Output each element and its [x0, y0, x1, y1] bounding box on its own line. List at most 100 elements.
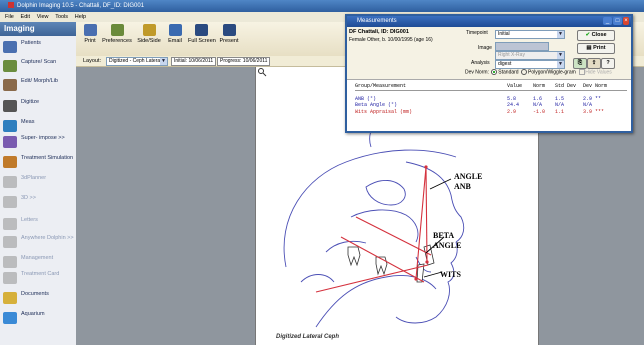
col-dev-norm: Dev Norm: [583, 83, 608, 89]
app-title-bar: Dolphin Imaging 10.5 - Chattali, DF_ID: …: [0, 0, 644, 12]
sidebar-item-label: Aquarium: [21, 311, 45, 317]
tab-initial[interactable]: Initial: 10/06/2011: [171, 57, 217, 66]
close-button[interactable]: ✔ Close: [577, 30, 615, 41]
email-button[interactable]: Email: [166, 24, 184, 52]
anb-annotation-line1: ANGLE: [454, 172, 483, 181]
col-norm: Norm: [533, 83, 546, 89]
point-nasion: [424, 165, 428, 169]
timepoint-value: Initial: [498, 31, 510, 37]
mandible-outline: [315, 275, 437, 328]
zoom-icon: [258, 68, 267, 77]
sidebar-item-documents[interactable]: Documents: [3, 290, 75, 308]
planner-3d-icon: [3, 176, 17, 188]
full-screen-icon: [194, 24, 208, 36]
maximize-icon[interactable]: □: [613, 17, 622, 25]
patient-id: DF Chattali, ID: DIG001: [349, 29, 409, 35]
close-button-label: Close: [591, 32, 607, 38]
patient-info: Female Other, b. 10/00/1995 (age 16): [349, 37, 433, 43]
timepoint-select[interactable]: Initial ▼: [495, 30, 565, 39]
layout-select[interactable]: Digitized - Ceph Lateral ▼: [106, 57, 168, 66]
minimize-icon[interactable]: _: [603, 17, 612, 25]
sidebar-item-label: Documents: [21, 291, 49, 297]
sidebar-item-digitize[interactable]: Digitize: [3, 98, 75, 116]
sidebar-item-capture-scan[interactable]: Capture/ Scan: [3, 58, 75, 76]
print-button[interactable]: Print: [80, 24, 100, 52]
table-header: Group/Measurement Value Norm Std Dev Dev…: [355, 83, 627, 91]
present-button[interactable]: Present: [218, 24, 240, 52]
side-by-side-button[interactable]: Side/Side: [136, 24, 162, 52]
sidebar-item-aquarium[interactable]: Aquarium: [3, 310, 75, 328]
full-screen-button[interactable]: Full Screen: [188, 24, 216, 52]
sidebar-item-patients[interactable]: Patients: [3, 39, 75, 57]
analysis-select[interactable]: digest ▼: [495, 60, 565, 69]
documents-icon: [3, 292, 17, 304]
table-row[interactable]: Wits Appraisal (mm) 2.9 -1.0 1.1 3.9 ***: [355, 109, 627, 116]
anb-annotation: ANGLE ANB: [454, 172, 482, 192]
sidebar-item-label: 3dPlanner: [21, 175, 47, 181]
sidebar-item-letters[interactable]: Letters: [3, 216, 75, 234]
maxilla-outline: [350, 209, 419, 243]
palate-outline: [325, 240, 367, 253]
cell-value: 2.9: [507, 108, 517, 115]
present-button-label: Present: [219, 38, 239, 44]
beta-annotation: BETA ANGLE: [433, 231, 461, 251]
sidebar-item-planner-3d[interactable]: 3dPlanner: [3, 174, 75, 192]
sidebar-item-edit-morph[interactable]: Edit/ Morph/Lib: [3, 77, 75, 95]
radio-standard[interactable]: [491, 69, 498, 75]
col-std-dev: Std Dev: [555, 83, 577, 89]
sidebar-item-label: 3D >>: [21, 195, 36, 201]
timepoint-label: Timepoint: [466, 30, 488, 36]
cell-name: Wits Appraisal (mm): [355, 108, 413, 115]
full-screen-button-label: Full Screen: [188, 38, 216, 44]
printer-icon: ▤: [586, 45, 592, 51]
analysis-label: Analysis: [471, 60, 490, 66]
menu-tools[interactable]: Tools: [55, 12, 68, 22]
image-select[interactable]: Right X-Ray ▼: [495, 51, 565, 60]
copy-icon: ⎘: [577, 60, 583, 66]
check-icon: ✔: [585, 32, 591, 38]
measurements-title-bar: Measurements _ □ ×: [347, 16, 631, 27]
sidebar: Imaging Patients Capture/ Scan Edit/ Morph…: [0, 22, 77, 345]
sidebar-item-anywhere-dolphin[interactable]: Anywhere Dolphin >>: [3, 234, 75, 252]
close-icon[interactable]: ×: [623, 17, 629, 25]
radio-polygon-label: Polygon/Wiggle-gram: [527, 69, 576, 76]
print-button-label: Print: [84, 38, 96, 44]
side-by-side-button-label: Side/Side: [137, 38, 161, 44]
export-button[interactable]: ⇪: [587, 58, 601, 69]
orbit-outline: [365, 180, 406, 206]
image-thumbnails[interactable]: [495, 42, 549, 51]
sidebar-item-3d[interactable]: 3D >>: [3, 194, 75, 212]
menu-view[interactable]: View: [37, 12, 49, 22]
digitize-icon: [3, 100, 17, 112]
menu-edit[interactable]: Edit: [21, 12, 30, 22]
tab-progress[interactable]: Progress: 10/06/2011: [217, 57, 271, 66]
condyle-outline: [300, 274, 335, 283]
measurements-window: Measurements _ □ × DF Chattali, ID: DIG0…: [345, 14, 633, 133]
app-title-text: Dolphin Imaging 10.5 - Chattali, DF_ID: …: [17, 3, 145, 9]
letters-icon: [3, 218, 17, 230]
radio-standard-label: Standard: [498, 69, 519, 76]
anywhere-dolphin-icon: [3, 236, 17, 248]
management-icon: [3, 256, 17, 268]
sidebar-item-label: Letters: [21, 217, 38, 223]
radio-polygon[interactable]: [520, 69, 527, 75]
menu-file[interactable]: File: [5, 12, 14, 22]
chevron-down-icon: ▼: [557, 52, 564, 59]
col-value: Value: [507, 83, 523, 89]
chevron-down-icon: ▼: [557, 31, 564, 38]
sidebar-item-label: Edit/ Morph/Lib: [21, 78, 58, 84]
cell-dev: 3.9 ***: [583, 108, 605, 115]
anb-line-a: [415, 166, 427, 280]
menu-help[interactable]: Help: [75, 12, 86, 22]
sidebar-item-treatment-card[interactable]: Treatment Card: [3, 270, 75, 288]
print-measurements-button[interactable]: ▤ Print: [577, 43, 615, 54]
aquarium-icon: [3, 312, 17, 324]
copy-button[interactable]: ⎘: [573, 58, 587, 69]
sidebar-item-treatment-simulation[interactable]: Treatment Simulation: [3, 154, 75, 172]
hide-values-label: Hide Values: [585, 69, 612, 76]
dolphin-logo-icon: [8, 2, 14, 9]
sidebar-item-superimpose[interactable]: Super- impose >>: [3, 134, 75, 152]
help-button[interactable]: ?: [601, 58, 615, 69]
preferences-button[interactable]: Preferences: [102, 24, 132, 52]
point-a: [425, 260, 429, 264]
